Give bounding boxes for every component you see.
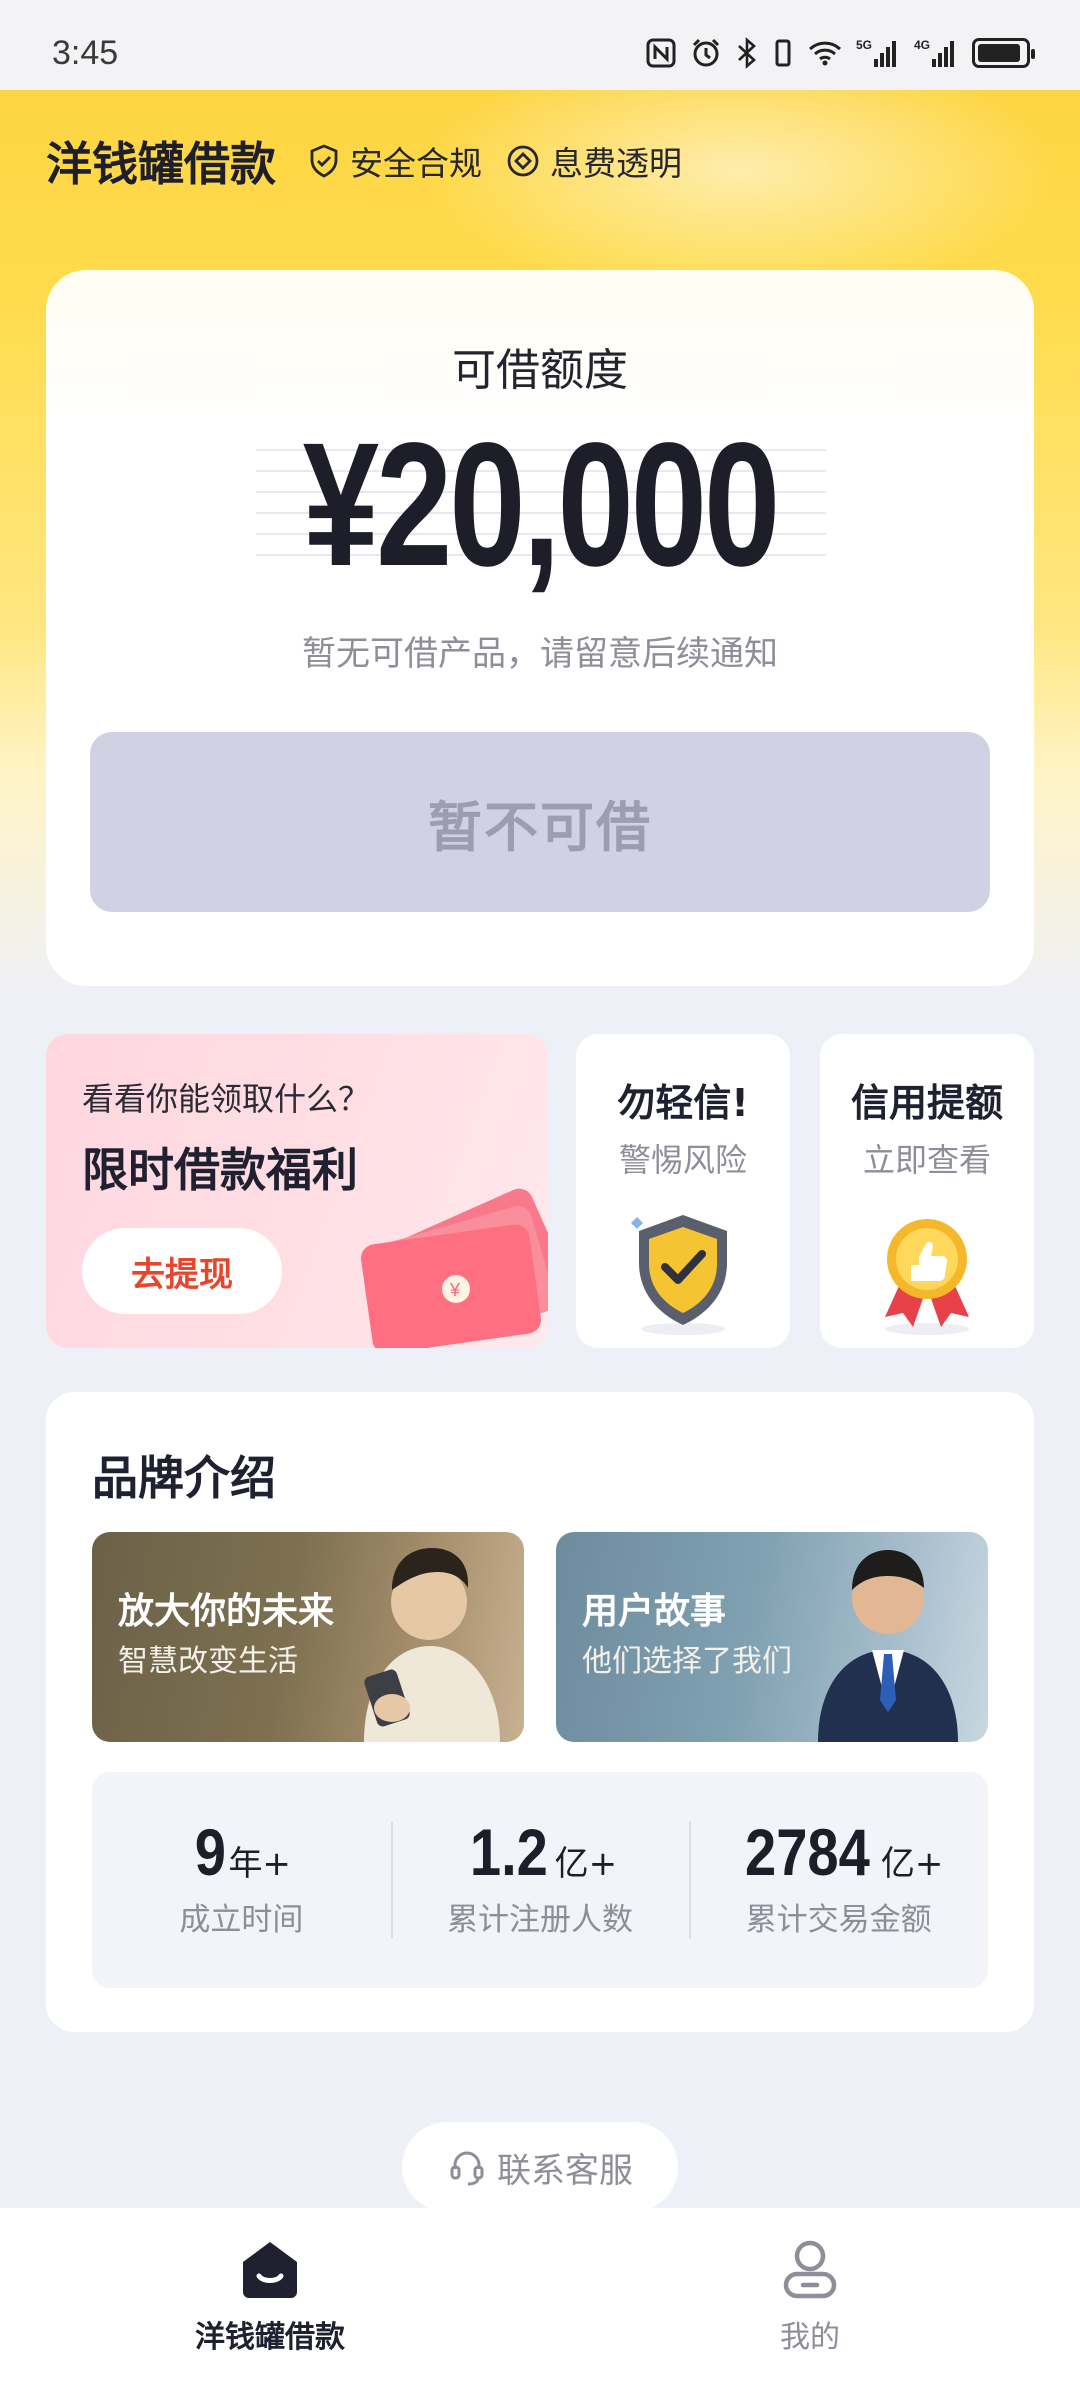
tag-transparent-fees: 息费透明 xyxy=(506,137,682,185)
quota-card: 可借额度 ¥20,000 暂无可借产品，请留意后续通知 暂不可借 xyxy=(46,270,1034,986)
home-icon xyxy=(243,2242,297,2298)
brand-tile-user-stories[interactable]: 用户故事 他们选择了我们 xyxy=(556,1532,988,1742)
quota-label: 可借额度 xyxy=(452,345,628,396)
tag-security: 安全合规 xyxy=(308,137,482,185)
person-with-phone-image xyxy=(364,1548,500,1742)
borrow-button[interactable]: 暂不可借 xyxy=(90,732,990,912)
nav-home-label: 洋钱罐借款 xyxy=(195,2320,345,2355)
diamond-circle-icon xyxy=(507,145,539,177)
brand-stats: 9年+ 成立时间 1.2 亿+ 累计注册人数 2784 亿+ 累计交易金额 xyxy=(92,1772,988,1988)
bottom-navigation: 洋钱罐借款 我的 xyxy=(0,2208,1080,2388)
stat-amount-unit: 亿+ xyxy=(880,1844,944,1884)
brand-section-title: 品牌介绍 xyxy=(92,1451,276,1505)
stat-registered-users: 1.2 亿+ 累计注册人数 xyxy=(390,1772,690,1988)
app-header: 洋钱罐借款 安全合规 息费透明 xyxy=(46,128,706,194)
stat-users-label: 累计注册人数 xyxy=(447,1902,633,1938)
signal-5g-icon: 5G xyxy=(856,36,900,70)
nav-item-home[interactable]: 洋钱罐借款 xyxy=(120,2236,420,2356)
app-title: 洋钱罐借款 xyxy=(46,137,276,191)
brand-tile-future-subtitle: 智慧改变生活 xyxy=(118,1644,298,1679)
network-5g-label: 5G xyxy=(856,38,872,52)
battery-icon xyxy=(972,36,1035,70)
brand-tile-future[interactable]: 放大你的未来 智慧改变生活 xyxy=(92,1532,524,1742)
stat-founded-unit: 年+ xyxy=(228,1844,291,1884)
tag-security-label: 安全合规 xyxy=(350,144,482,183)
status-time: 3:45 xyxy=(52,34,119,72)
customer-service-button[interactable]: 联系客服 xyxy=(402,2122,678,2212)
red-envelopes-icon: ¥ xyxy=(360,1188,548,1348)
stat-founded: 9年+ 成立时间 xyxy=(92,1772,391,1988)
customer-service-label: 联系客服 xyxy=(497,2150,633,2191)
nfc-icon xyxy=(646,36,676,70)
risk-subtitle: 警惕风险 xyxy=(618,1141,747,1179)
promo-question: 看看你能领取什么？ xyxy=(82,1080,371,1118)
stat-founded-label: 成立时间 xyxy=(179,1902,304,1938)
stat-transaction-amount: 2784 亿+ 累计交易金额 xyxy=(689,1772,988,1988)
thumbs-up-medal-icon xyxy=(885,1219,969,1335)
signal-4g-icon: 4G xyxy=(914,36,958,70)
nav-mine-label: 我的 xyxy=(780,2320,840,2355)
alarm-icon xyxy=(690,36,722,70)
profile-icon xyxy=(783,2240,837,2299)
shield-badge-icon xyxy=(631,1215,727,1335)
stat-amount-label: 累计交易金额 xyxy=(745,1902,932,1938)
brand-intro-card: 品牌介绍 放大你的未来 智慧改变生活 用户故事 他们选择了我们 9年+ 成立时间… xyxy=(46,1392,1034,2032)
tag-transparent-fees-label: 息费透明 xyxy=(550,144,682,183)
stat-amount-value: 2784 xyxy=(745,1815,870,1889)
brand-tile-future-title: 放大你的未来 xyxy=(118,1591,335,1632)
nav-item-mine[interactable]: 我的 xyxy=(660,2236,960,2356)
promo-card[interactable]: 看看你能领取什么？ 限时借款福利 去提现 ¥ xyxy=(46,1034,548,1348)
brand-tile-stories-title: 用户故事 xyxy=(582,1591,727,1632)
wifi-icon xyxy=(808,36,842,70)
network-4g-label: 4G xyxy=(914,38,930,52)
vibrate-icon xyxy=(772,36,794,70)
bluetooth-icon xyxy=(736,36,758,70)
headset-icon xyxy=(450,2151,484,2186)
credit-raise-card[interactable]: 信用提额 立即查看 xyxy=(820,1034,1034,1348)
status-icons: 5G 4G xyxy=(646,36,1035,70)
businessman-image xyxy=(818,1550,958,1742)
svg-text:¥: ¥ xyxy=(449,1280,461,1300)
promo-title: 限时借款福利 xyxy=(82,1143,358,1197)
stat-users-unit: 亿+ xyxy=(554,1844,618,1884)
risk-title: 勿轻信! xyxy=(617,1081,749,1125)
stat-founded-value: 9 xyxy=(194,1815,226,1889)
credit-subtitle: 立即查看 xyxy=(862,1141,991,1179)
risk-warning-card[interactable]: 勿轻信! 警惕风险 xyxy=(576,1034,790,1348)
shield-check-icon xyxy=(310,144,338,178)
quota-notice: 暂无可借产品，请留意后续通知 xyxy=(302,634,778,674)
brand-tile-stories-subtitle: 他们选择了我们 xyxy=(582,1644,792,1679)
credit-title: 信用提额 xyxy=(850,1081,1003,1125)
withdraw-button[interactable]: 去提现 xyxy=(82,1228,282,1314)
stat-users-value: 1.2 xyxy=(469,1815,548,1889)
quota-amount: ¥20,000 xyxy=(302,407,781,603)
status-bar: 3:45 5G 4G xyxy=(0,0,1080,90)
